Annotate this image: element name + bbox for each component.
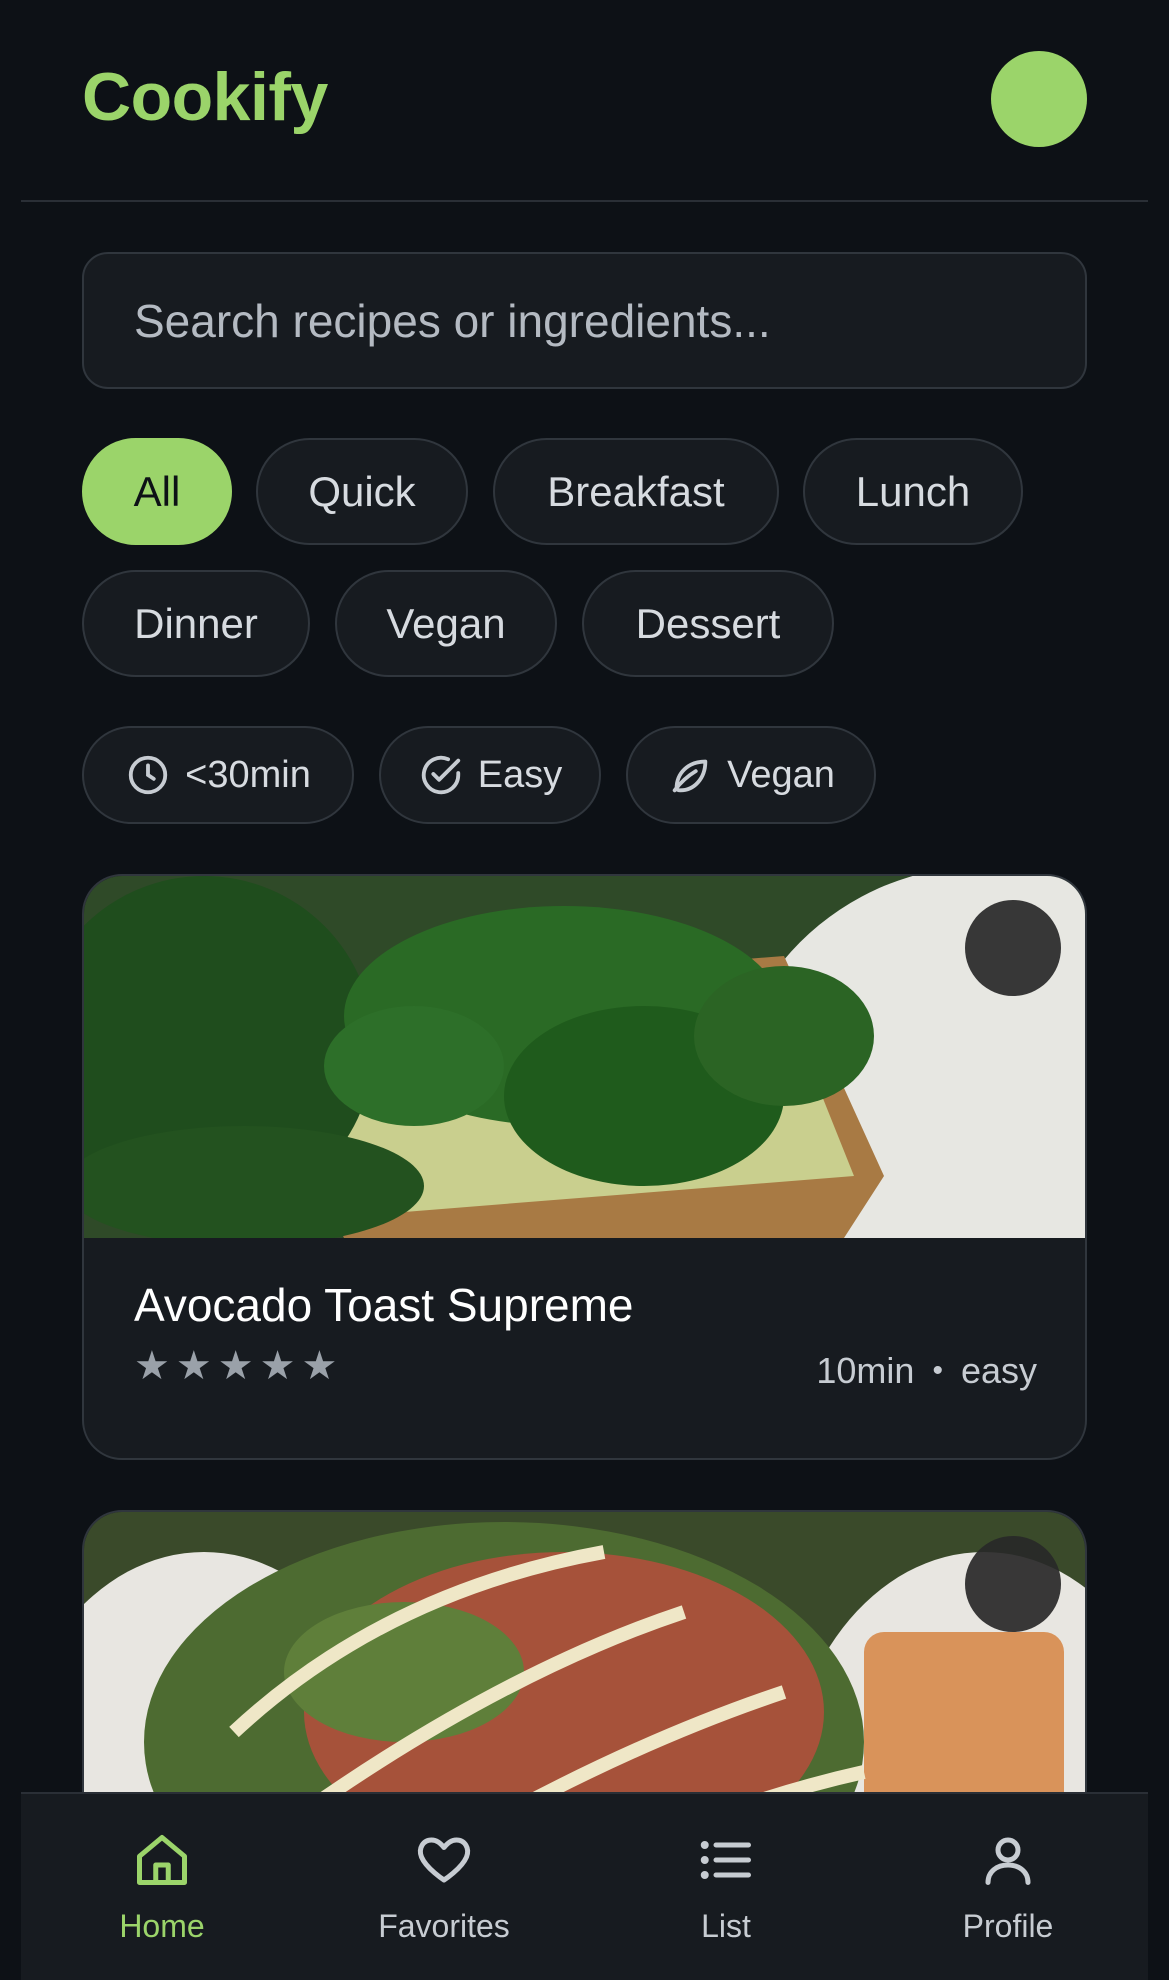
- nav-home[interactable]: Home: [21, 1794, 303, 1980]
- category-chip-label: Breakfast: [547, 467, 725, 515]
- category-chip-all[interactable]: All: [82, 438, 232, 545]
- filter-under-30min[interactable]: <30min: [82, 726, 354, 824]
- user-icon: [985, 1837, 1031, 1885]
- filter-easy[interactable]: Easy: [379, 726, 601, 824]
- nav-label: Favorites: [378, 1908, 510, 1944]
- category-chip-dinner[interactable]: Dinner: [82, 570, 310, 677]
- clock-icon: [128, 755, 168, 795]
- brand-logo: Cookify: [82, 59, 328, 135]
- favorite-button[interactable]: [965, 900, 1061, 996]
- category-chip-breakfast[interactable]: Breakfast: [493, 438, 779, 545]
- category-chip-label: Lunch: [855, 467, 971, 515]
- filter-label: Easy: [477, 753, 563, 796]
- recipe-photo: [84, 876, 1085, 1238]
- recipe-title: Avocado Toast Supreme: [134, 1279, 634, 1331]
- user-avatar[interactable]: [991, 51, 1087, 147]
- star-icon: ★: [259, 1344, 296, 1388]
- star-icon: ★: [134, 1344, 170, 1388]
- category-chip-vegan[interactable]: Vegan: [335, 570, 557, 677]
- bottom-nav: Home Favorites List Profile: [21, 1792, 1148, 1980]
- category-chip-dessert[interactable]: Dessert: [582, 570, 834, 677]
- nav-profile[interactable]: Profile: [867, 1794, 1149, 1980]
- leaf-icon: [672, 759, 708, 793]
- recipe-meta: 10min • easy: [816, 1350, 1037, 1392]
- search-bar[interactable]: [82, 252, 1087, 389]
- recipe-time: 10min: [816, 1350, 915, 1391]
- header: Cookify: [21, 0, 1148, 202]
- category-chip-label: Dinner: [134, 599, 258, 647]
- nav-label: Profile: [962, 1908, 1054, 1944]
- star-icon: ★: [175, 1344, 212, 1388]
- star-icon: ★: [301, 1344, 338, 1388]
- category-chip-label: Dessert: [635, 599, 781, 647]
- search-input[interactable]: [134, 293, 1085, 348]
- recipe-difficulty: easy: [960, 1350, 1037, 1391]
- category-chip-lunch[interactable]: Lunch: [803, 438, 1023, 545]
- heart-icon: [417, 1837, 471, 1883]
- list-icon: [700, 1841, 751, 1879]
- category-chip-label: Vegan: [386, 599, 506, 647]
- recipe-card[interactable]: Avocado Toast Supreme ★ ★ ★ ★ ★ 10min • …: [82, 874, 1087, 1460]
- favorite-button[interactable]: [965, 1536, 1061, 1632]
- nav-label: List: [701, 1908, 751, 1944]
- category-chip-label: Quick: [308, 467, 416, 515]
- rating-stars: ★ ★ ★ ★ ★: [134, 1346, 337, 1386]
- star-icon: ★: [217, 1344, 254, 1388]
- filter-vegan[interactable]: Vegan: [626, 726, 876, 824]
- nav-label: Home: [119, 1908, 205, 1944]
- category-chip-quick[interactable]: Quick: [256, 438, 468, 545]
- filter-label: <30min: [185, 753, 311, 796]
- nav-favorites[interactable]: Favorites: [303, 1794, 585, 1980]
- home-icon: [137, 1835, 187, 1885]
- category-chip-label: All: [133, 467, 181, 515]
- app-root: Cookify All Quick Breakfast Lunch Dinner…: [0, 0, 1169, 1980]
- filter-label: Vegan: [727, 753, 835, 796]
- recipe-image-avocado-toast: [84, 876, 1085, 1238]
- separator-dot: •: [932, 1354, 943, 1387]
- check-circle-icon: [421, 755, 460, 795]
- nav-list[interactable]: List: [585, 1794, 867, 1980]
